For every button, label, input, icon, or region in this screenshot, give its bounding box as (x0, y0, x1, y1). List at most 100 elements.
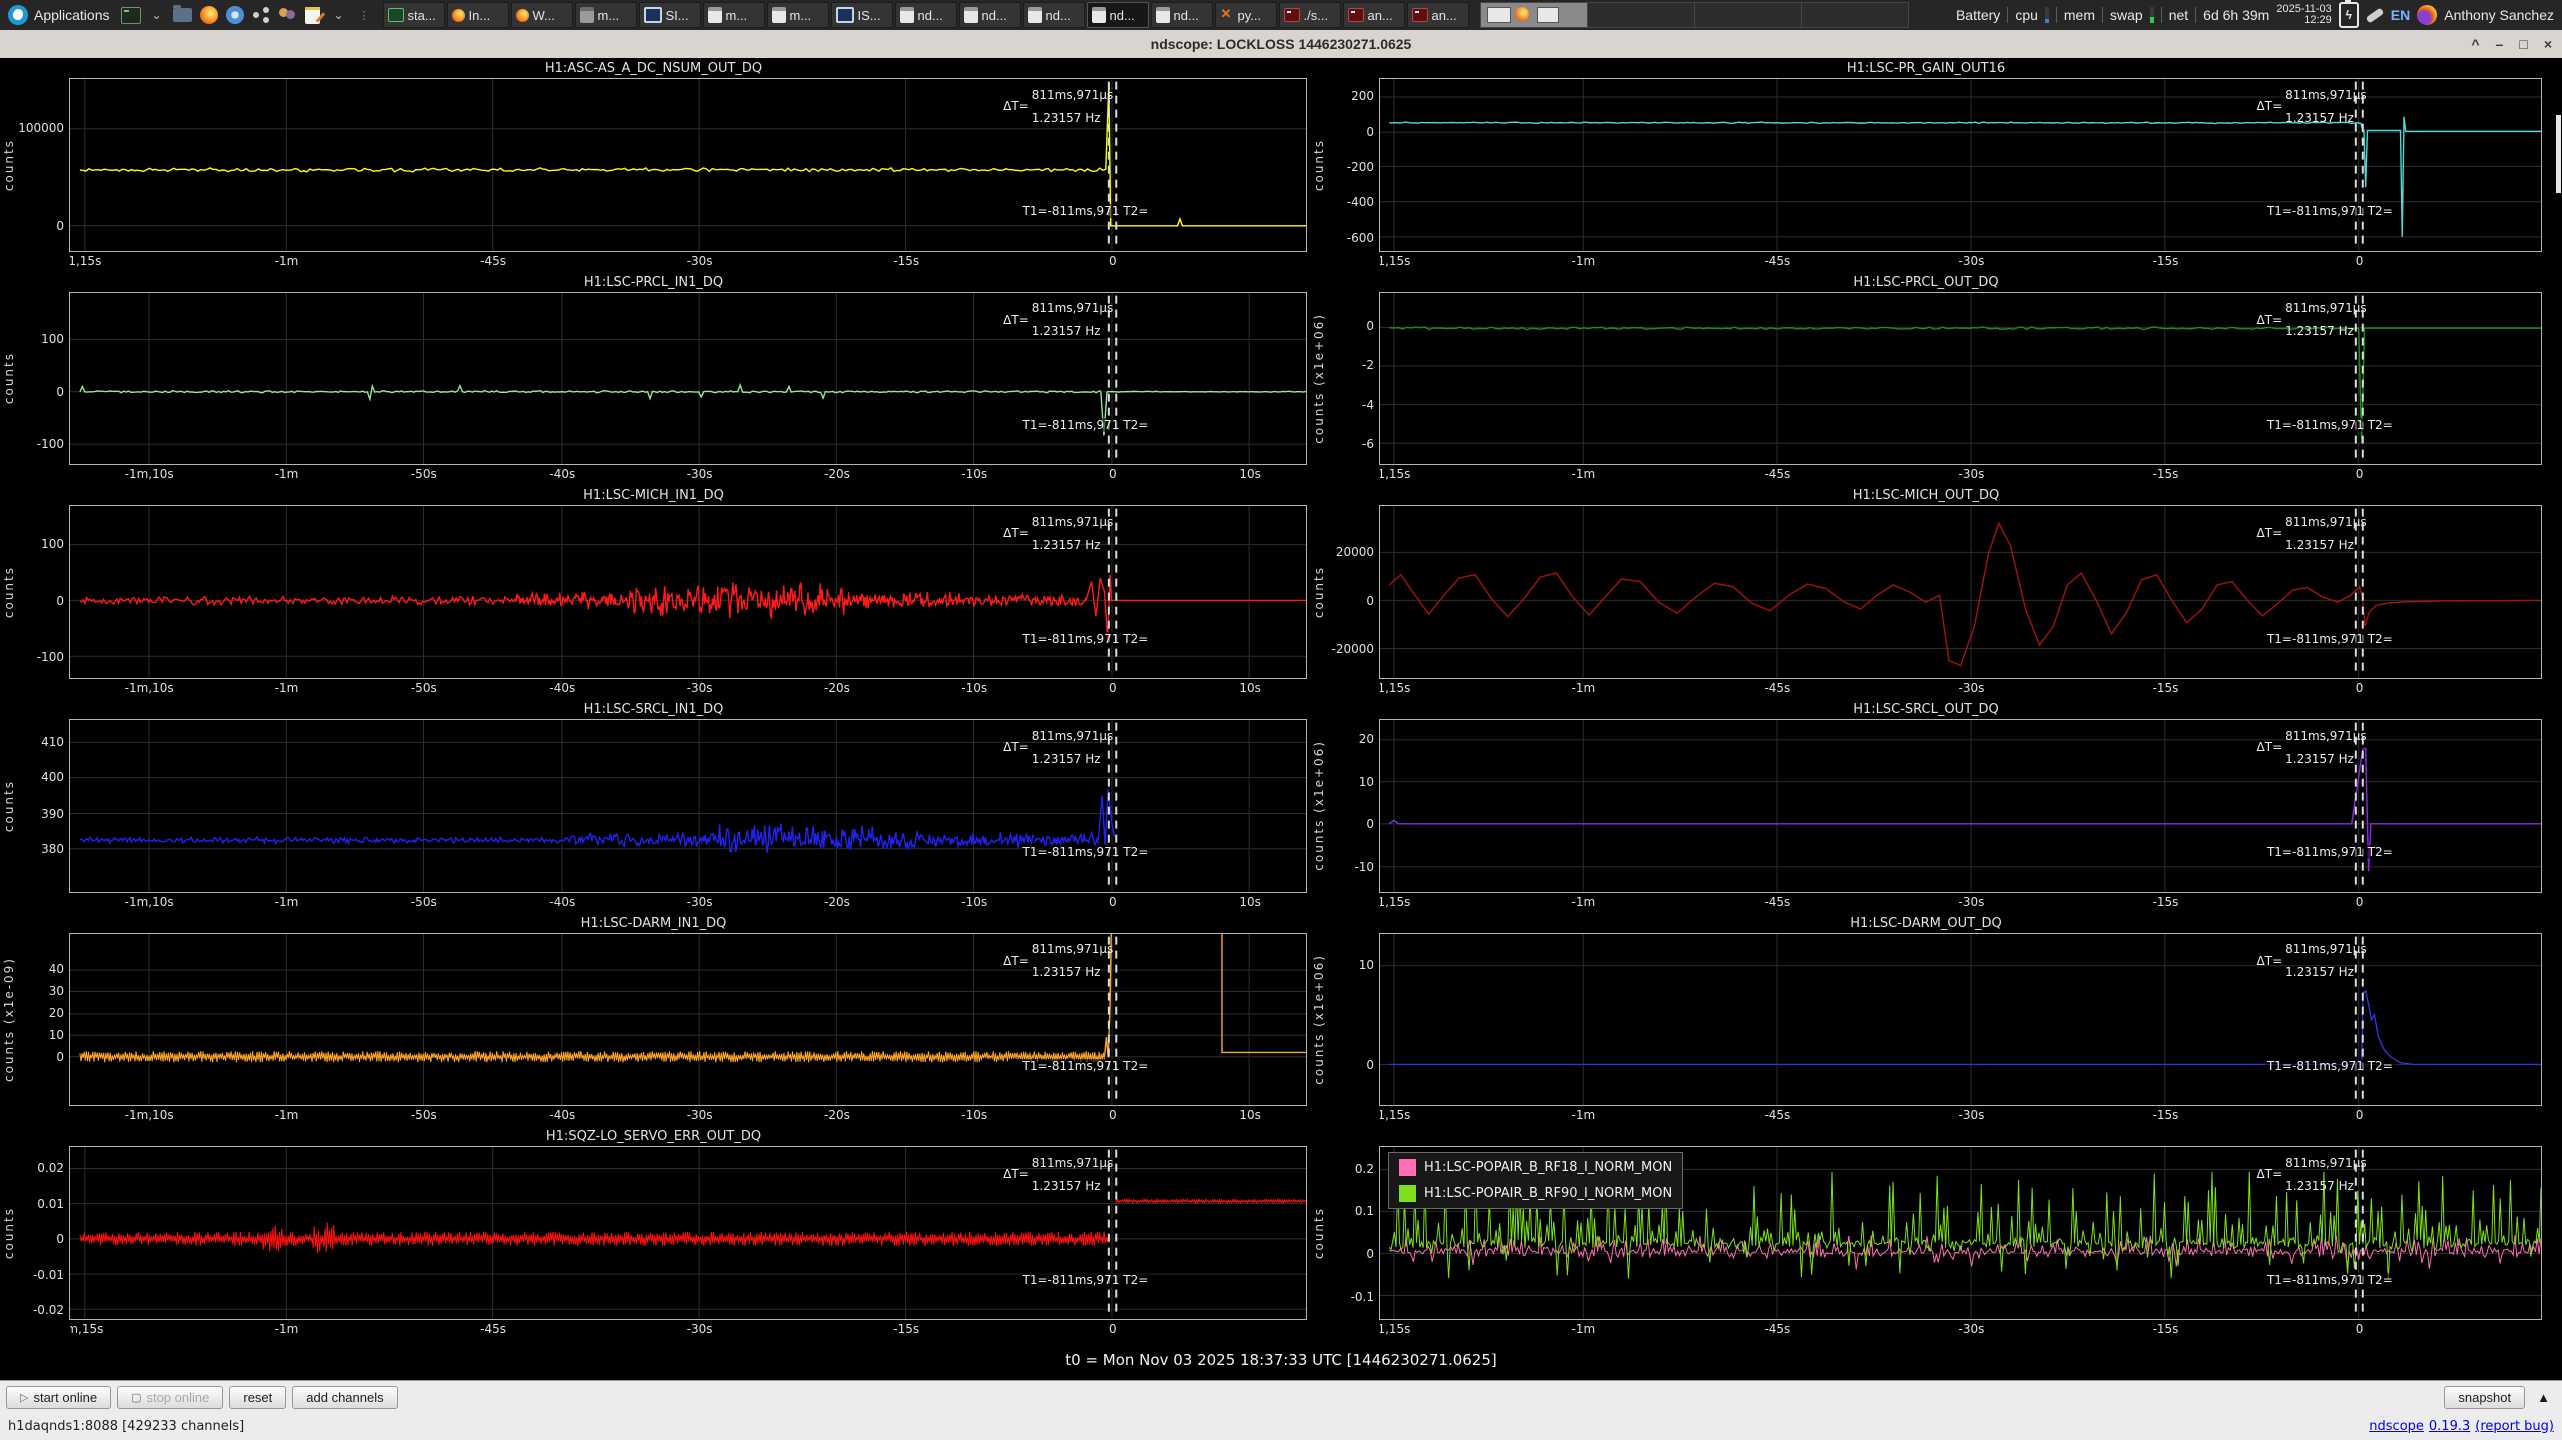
swap-label[interactable]: swap (2110, 7, 2143, 23)
stop-online-button[interactable]: ▢ stop online (117, 1386, 223, 1409)
user-name[interactable]: Anthony Sanchez (2444, 7, 2554, 23)
launcher-users-icon[interactable] (274, 0, 300, 30)
start-online-button[interactable]: ▷ start online (6, 1386, 111, 1409)
workspace-2[interactable] (1588, 3, 1695, 27)
plot-area[interactable]: ΔT=811ms,971μs1.23157 HzT1=-811ms,971 T2… (1379, 78, 2542, 252)
task-button-2[interactable]: W... (511, 2, 573, 28)
x-tick: -40s (549, 895, 575, 909)
brush-icon[interactable] (2365, 7, 2384, 23)
x-tick-labels: 1,15s-1m-45s-30s-15s0 (70, 252, 1307, 272)
task-button-11[interactable]: nd... (1087, 2, 1149, 28)
x-tick: -1m,10s (125, 681, 174, 695)
task-button-6[interactable]: m... (767, 2, 829, 28)
workspace-4[interactable] (1802, 3, 1908, 27)
task-button-0[interactable]: sta... (383, 2, 445, 28)
x-tick: -1m,10s (125, 1108, 174, 1122)
snapshot-button[interactable]: snapshot (2444, 1386, 2525, 1409)
share-icon (253, 7, 269, 23)
y-tick-labels: 20100-10 (1327, 719, 1379, 893)
clock[interactable]: 2025-11-0312:29 (2276, 4, 2331, 26)
task-button-14[interactable]: ./s... (1279, 2, 1341, 28)
x-tick: -40s (549, 681, 575, 695)
plot-body: counts200000-20000ΔT=811ms,971μs1.23157 … (1310, 505, 2542, 679)
task-button-13[interactable]: py... (1215, 2, 1277, 28)
plot-title: H1:LSC-PRCL_IN1_DQ (0, 275, 1307, 292)
launcher-file-manager-icon[interactable] (170, 0, 196, 30)
cpu-label[interactable]: cpu (2015, 7, 2038, 23)
battery-icon[interactable]: ϟ (2339, 2, 2359, 28)
workspace-pager[interactable] (1480, 2, 1909, 28)
net-label[interactable]: net (2169, 7, 2188, 23)
task-button-4[interactable]: SI... (639, 2, 701, 28)
launcher-notes-icon[interactable] (300, 0, 326, 30)
maximize-icon[interactable]: □ (2519, 37, 2527, 51)
y-tick: 0.2 (1355, 1162, 1374, 1176)
task-button-8[interactable]: nd... (895, 2, 957, 28)
minimize-icon[interactable]: – (2496, 37, 2504, 51)
battery-label[interactable]: Battery (1956, 7, 2000, 23)
plot-area[interactable]: ΔT=811ms,971μs1.23157 HzT1=-811ms,971 T2… (69, 78, 1307, 252)
user-avatar[interactable] (2417, 5, 2437, 25)
task-button-1[interactable]: In... (447, 2, 509, 28)
plot-body: counts (x1e+06)20100-10ΔT=811ms,971μs1.2… (1310, 719, 2542, 893)
mini-firefox-icon (1515, 7, 1529, 21)
plot-area[interactable]: ΔT=811ms,971μs1.23157 HzT1=-811ms,971 T2… (1379, 1146, 2542, 1320)
version-link[interactable]: 0.19.3 (2429, 1419, 2470, 1434)
expand-triangle-icon[interactable]: ▲ (2537, 1390, 2550, 1405)
uptime-label[interactable]: 6d 6h 39m (2203, 7, 2269, 23)
launcher-grip-icon[interactable]: ⋮ (352, 0, 378, 30)
window-icon (1156, 7, 1170, 23)
mem-label[interactable]: mem (2064, 7, 2095, 23)
plot-area[interactable]: ΔT=811ms,971μs1.23157 HzT1=-811ms,971 T2… (69, 1146, 1307, 1320)
y-axis-label: counts (x1e-09) (0, 933, 17, 1107)
plot-area[interactable]: ΔT=811ms,971μs1.23157 HzT1=-811ms,971 T2… (1379, 292, 2542, 466)
y-tick-labels: 0.20.10-0.1 (1327, 1146, 1379, 1320)
terminal-red-icon (1284, 8, 1300, 22)
y-tick: -0.01 (33, 1268, 64, 1282)
plot-area[interactable]: ΔT=811ms,971μs1.23157 HzT1=-811ms,971 T2… (69, 933, 1307, 1107)
task-button-3[interactable]: m... (575, 2, 637, 28)
nds-server-status: h1daqnds1:8088 [429233 channels] (8, 1419, 244, 1434)
close-icon[interactable]: × (2544, 37, 2552, 51)
reset-button[interactable]: reset (229, 1386, 286, 1409)
launcher-chevron-down-icon[interactable]: ⌄ (326, 0, 352, 30)
task-button-12[interactable]: nd... (1151, 2, 1213, 28)
window-titlebar[interactable]: ndscope: LOCKLOSS 1446230271.0625 ^ – □ … (0, 30, 2562, 58)
scrollbar-fragment[interactable] (2556, 115, 2561, 193)
keyboard-layout[interactable]: EN (2391, 7, 2410, 23)
shade-icon[interactable]: ^ (2471, 37, 2479, 51)
task-button-15[interactable]: an... (1343, 2, 1405, 28)
plot-area[interactable]: ΔT=811ms,971μs1.23157 HzT1=-811ms,971 T2… (1379, 719, 2542, 893)
ndscope-link[interactable]: ndscope (2369, 1419, 2424, 1434)
task-button-7[interactable]: IS... (831, 2, 893, 28)
delta-t-annotation: ΔT=811ms,971μs1.23157 Hz (2257, 1156, 2367, 1193)
task-button-16[interactable]: an... (1407, 2, 1469, 28)
workspace-3[interactable] (1695, 3, 1802, 27)
delta-t-label: ΔT= (2257, 526, 2283, 540)
launcher-chevron-down-icon[interactable]: ⌄ (144, 0, 170, 30)
y-tick: -400 (1347, 195, 1374, 209)
plot-area[interactable]: ΔT=811ms,971μs1.23157 HzT1=-811ms,971 T2… (1379, 933, 2542, 1107)
applications-menu[interactable]: Applications (0, 0, 118, 30)
delta-t-value: 811ms,971μs (2285, 729, 2366, 743)
plot-area[interactable]: ΔT=811ms,971μs1.23157 HzT1=-811ms,971 T2… (69, 719, 1307, 893)
report-bug-link[interactable]: (report bug) (2475, 1419, 2554, 1434)
task-label: m... (790, 8, 812, 23)
cpu-meter (2045, 7, 2049, 23)
add-channels-button[interactable]: add channels (292, 1386, 397, 1409)
plot-area[interactable]: ΔT=811ms,971μs1.23157 HzT1=-811ms,971 T2… (69, 292, 1307, 466)
delta-t-value: 811ms,971μs (1032, 729, 1113, 743)
launcher-chromium-icon[interactable] (222, 0, 248, 30)
task-button-5[interactable]: m... (703, 2, 765, 28)
y-tick: 0 (56, 594, 64, 608)
launcher-share-icon[interactable] (248, 0, 274, 30)
launcher-firefox-icon[interactable] (196, 0, 222, 30)
plot-area[interactable]: ΔT=811ms,971μs1.23157 HzT1=-811ms,971 T2… (69, 505, 1307, 679)
plot-area[interactable]: ΔT=811ms,971μs1.23157 HzT1=-811ms,971 T2… (1379, 505, 2542, 679)
launcher-terminal-icon[interactable] (118, 0, 144, 30)
task-button-10[interactable]: nd... (1023, 2, 1085, 28)
task-button-9[interactable]: nd... (959, 2, 1021, 28)
plot-legend[interactable]: H1:LSC-POPAIR_B_RF18_I_NORM_MONH1:LSC-PO… (1388, 1152, 1683, 1209)
x-tick: -1m (275, 254, 299, 268)
workspace-1[interactable] (1481, 3, 1588, 27)
